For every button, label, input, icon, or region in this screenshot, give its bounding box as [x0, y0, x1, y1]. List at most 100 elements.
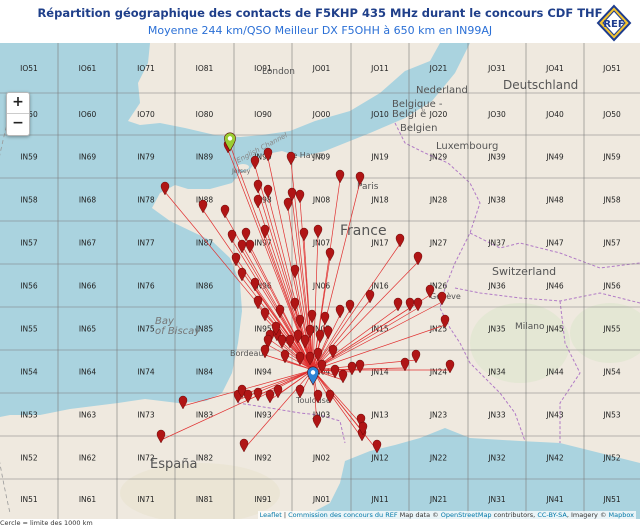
page-title: Répartition géographique des contacts de…: [37, 6, 603, 20]
locator-label: JN46: [545, 282, 564, 291]
locator-label: IN81: [196, 495, 214, 504]
imagery-text: , Imagery ©: [566, 511, 607, 519]
locator-label: IN73: [137, 411, 155, 420]
locator-label: IO90: [254, 110, 272, 119]
locator-label: IO70: [137, 110, 155, 119]
map-view[interactable]: IO51 IO61 IO71 IO81 IO91 JO01 JO11 JO21 JO31 JO41…: [0, 43, 640, 519]
locator-label: JN58: [602, 196, 621, 205]
circle-note: Cercle = limite des 1000 km: [0, 519, 93, 527]
ref-logo: REF: [596, 4, 632, 42]
locator-label: JO21: [429, 64, 448, 73]
locator-label: JN24: [429, 368, 448, 377]
locator-label: IN92: [254, 454, 272, 463]
place-belgien: Belgien: [400, 123, 437, 134]
locator-label: JN54: [602, 368, 621, 377]
map-attribution: Leaflet | Commission des concours du REF…: [257, 511, 636, 519]
locator-label: JN07: [312, 239, 331, 248]
locator-label: IN51: [20, 495, 38, 504]
place-france: France: [340, 223, 387, 239]
contrib-text: contributors,: [493, 511, 536, 519]
locator-label: IN93: [254, 411, 272, 420]
locator-label: IO51: [20, 64, 38, 73]
locator-label: JN02: [312, 454, 331, 463]
locator-label: JN49: [545, 153, 564, 162]
place-nederland: Nederland: [416, 85, 468, 96]
locator-label: JN33: [487, 411, 506, 420]
svg-text:REF: REF: [603, 19, 624, 30]
osm-link[interactable]: OpenStreetMap: [441, 511, 492, 519]
locator-label: JO30: [487, 110, 506, 119]
locator-label: IN89: [196, 153, 214, 162]
locator-label: IN79: [137, 153, 155, 162]
locator-label: IN56: [20, 282, 38, 291]
locator-label: JN56: [602, 282, 621, 291]
locator-label: IN57: [20, 239, 38, 248]
locator-label: IN66: [79, 282, 97, 291]
zoom-out-button[interactable]: −: [7, 113, 29, 134]
locator-label: JN53: [602, 411, 621, 420]
place-luxembourg: Luxembourg: [436, 141, 498, 152]
locator-label: IN63: [79, 411, 97, 420]
locator-label: IN91: [254, 495, 272, 504]
locator-label: JN08: [312, 196, 331, 205]
locator-label: JN36: [487, 282, 506, 291]
locator-label: JN35: [487, 325, 506, 334]
locator-label: IN55: [20, 325, 38, 334]
page-subtitle: Moyenne 244 km/QSO Meilleur DX F5OHH à 6…: [147, 24, 493, 37]
locator-label: JN42: [545, 454, 564, 463]
commission-link[interactable]: Commission des concours du REF: [288, 511, 397, 519]
locator-label: JN13: [370, 411, 389, 420]
locator-label: JN23: [429, 411, 448, 420]
locator-label: IN78: [137, 196, 155, 205]
locator-label: IN64: [79, 368, 97, 377]
locator-label: IN76: [137, 282, 155, 291]
zoom-control: + −: [6, 92, 30, 136]
leaflet-link[interactable]: Leaflet: [260, 511, 282, 519]
locator-label: JN17: [370, 239, 389, 248]
locator-label: JN41: [545, 495, 564, 504]
locator-label: JN34: [487, 368, 506, 377]
locator-label: IO61: [79, 64, 97, 73]
locator-label: JN47: [545, 239, 564, 248]
mapbox-link[interactable]: Mapbox: [609, 511, 634, 519]
locator-label: JN12: [370, 454, 389, 463]
locator-label: JN59: [602, 153, 621, 162]
locator-label: JO50: [602, 110, 621, 119]
locator-label: IO71: [137, 64, 155, 73]
place-milano: Milano: [515, 322, 545, 332]
locator-label: JN21: [429, 495, 448, 504]
locator-label: IN71: [137, 495, 155, 504]
locator-label: JN52: [602, 454, 621, 463]
locator-label: IN61: [79, 495, 97, 504]
ccbysa-link[interactable]: CC-BY-SA: [537, 511, 567, 519]
locator-label: JO10: [370, 110, 389, 119]
locator-label: JN18: [370, 196, 389, 205]
locator-label: IO80: [196, 110, 214, 119]
locator-label: IN68: [79, 196, 97, 205]
place-espana: España: [150, 457, 197, 472]
locator-label: JN43: [545, 411, 564, 420]
locator-label: IN59: [20, 153, 38, 162]
locator-label: IN77: [137, 239, 155, 248]
locator-label: JN01: [312, 495, 331, 504]
zoom-in-button[interactable]: +: [7, 93, 29, 113]
locator-label: IN65: [79, 325, 97, 334]
locator-label: JO01: [312, 64, 331, 73]
locator-label: JN28: [429, 196, 448, 205]
locator-label: IN52: [20, 454, 38, 463]
locator-label: IN82: [196, 454, 214, 463]
locator-label: JN38: [487, 196, 506, 205]
locator-label: JN11: [370, 495, 389, 504]
locator-label: JN19: [370, 153, 389, 162]
locator-label: JN45: [545, 325, 564, 334]
locator-label: JO41: [545, 64, 564, 73]
locator-label: JN57: [602, 239, 621, 248]
locator-label: JO20: [429, 110, 448, 119]
locator-label: IN74: [137, 368, 155, 377]
locator-label: JO31: [487, 64, 506, 73]
locator-label: IN67: [79, 239, 97, 248]
locator-label: JN55: [602, 325, 621, 334]
locator-label: IN83: [196, 411, 214, 420]
locator-label: IO60: [79, 110, 97, 119]
place-deutschland: Deutschland: [503, 78, 578, 92]
